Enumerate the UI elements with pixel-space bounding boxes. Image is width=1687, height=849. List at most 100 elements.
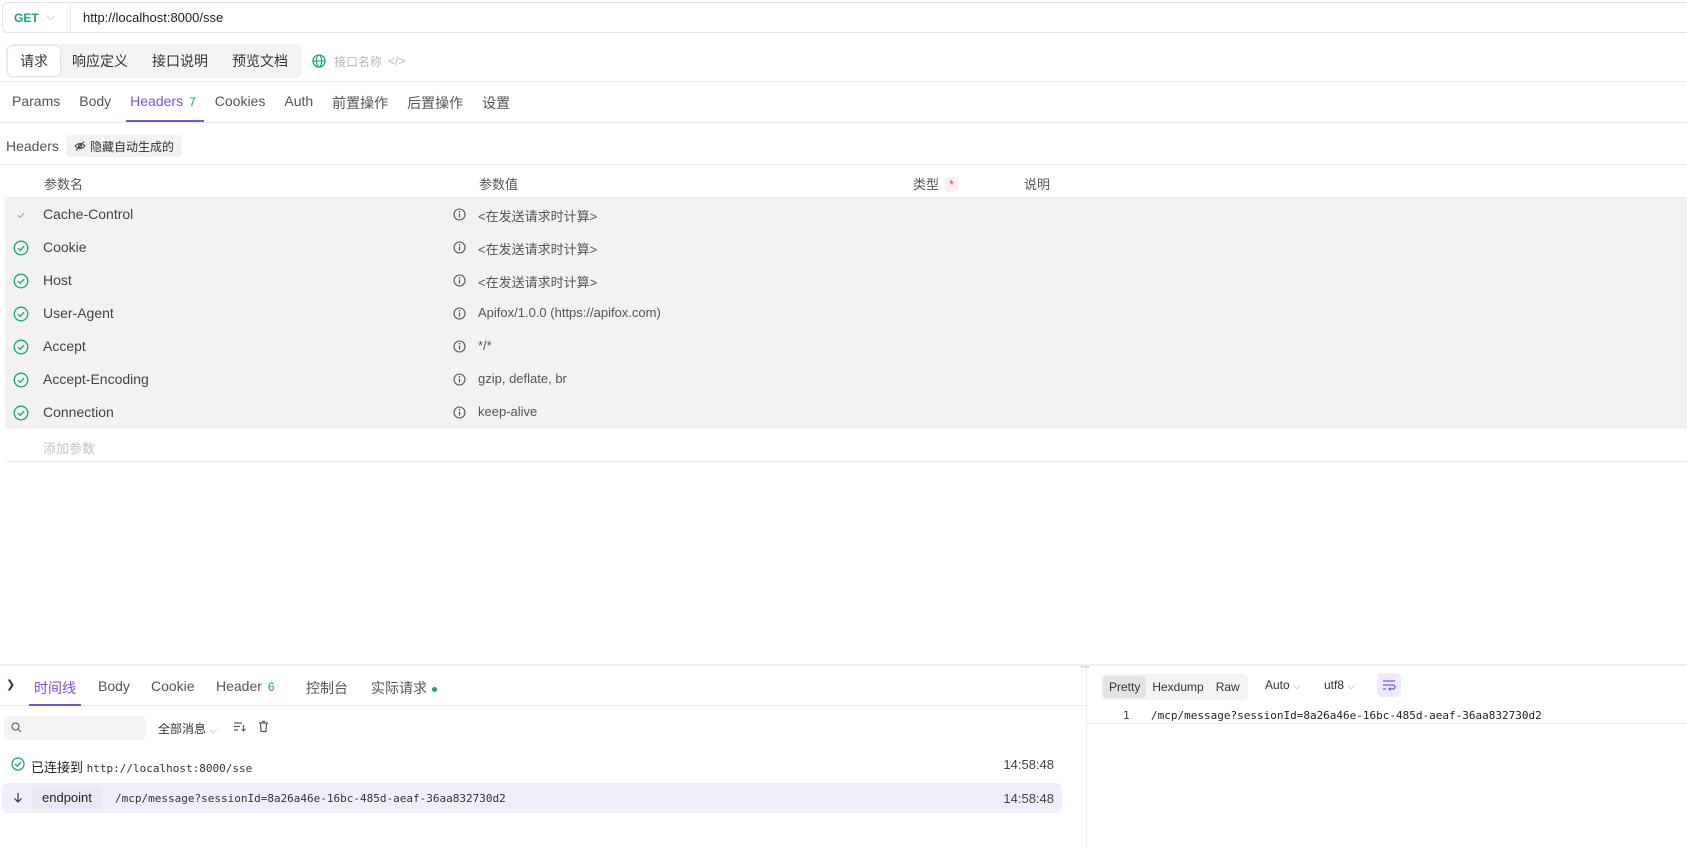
encoding-select[interactable]: utf8 ⌵ (1324, 678, 1355, 692)
method-label: GET (14, 10, 39, 25)
param-value: <在发送请求时计算> (478, 209, 598, 224)
add-param-row[interactable]: 添加参数 (5, 429, 1687, 462)
param-value: <在发送请求时计算> (478, 242, 598, 257)
api-name-input[interactable]: 接口名称 (334, 53, 382, 70)
param-value: keep-alive (478, 404, 538, 419)
tab-console[interactable]: 控制台 (306, 678, 348, 698)
tab-headers[interactable]: Headers 7 (126, 84, 204, 122)
param-value: gzip, deflate, br (478, 371, 567, 386)
table-row[interactable]: User-Agent Apifox/1.0.0 (https://apifox.c… (5, 297, 1687, 330)
check-icon[interactable] (13, 207, 29, 223)
tab-auth[interactable]: Auth (284, 84, 313, 122)
tab-pre-operations[interactable]: 前置操作 (332, 84, 388, 122)
tab-timeline[interactable]: 时间线 (29, 678, 81, 706)
info-icon[interactable] (453, 274, 466, 287)
table-row[interactable]: Cookie <在发送请求时计算> (5, 231, 1687, 264)
table-row[interactable]: Accept-Encoding gzip, deflate, br (5, 363, 1687, 396)
table-header: 参数名 参数值 类型 * 说明 (5, 166, 1687, 198)
tab-actual-request-label: 实际请求 (371, 680, 427, 696)
check-circle-icon[interactable] (13, 339, 29, 355)
col-type: 类型 * (913, 174, 959, 193)
eye-off-icon (74, 141, 86, 151)
table-row[interactable]: Cache-Control <在发送请求时计算> (5, 198, 1687, 231)
tab-response-header-label: Header (216, 678, 262, 694)
headers-table: 参数名 参数值 类型 * 说明 Cache-Control <在发送请求时计算> Co… (5, 166, 1687, 462)
event-data: /mcp/message?sessionId=8a26a46e-16bc-485… (115, 792, 506, 805)
tab-cookies[interactable]: Cookies (215, 84, 266, 122)
view-raw[interactable]: Raw (1210, 676, 1246, 698)
chevron-down-icon: ⌵ (46, 11, 56, 23)
tab-body[interactable]: Body (79, 84, 111, 122)
param-name: Host (43, 272, 72, 288)
chevron-down-icon: ⌵ (1293, 681, 1301, 692)
info-icon[interactable] (453, 340, 466, 353)
param-value: <在发送请求时计算> (478, 275, 598, 290)
tab-response-cookie[interactable]: Cookie (151, 678, 195, 694)
table-row[interactable]: Accept */* (5, 330, 1687, 363)
col-type-label: 类型 (913, 177, 940, 192)
hide-auto-generated-button[interactable]: 隐藏自动生成的 (66, 135, 183, 157)
sort-icon[interactable] (233, 720, 246, 733)
divider (0, 122, 1687, 123)
view-pretty[interactable]: Pretty (1103, 676, 1147, 698)
format-select[interactable]: Auto ⌵ (1265, 678, 1301, 692)
hide-auto-generated-label: 隐藏自动生成的 (90, 139, 175, 154)
divider (0, 81, 1687, 82)
message-filter-select[interactable]: 全部消息 ⌵ (158, 720, 217, 737)
divider (0, 164, 1687, 165)
trash-icon[interactable] (257, 720, 270, 733)
tab-headers-label: Headers (130, 93, 184, 109)
code-icon[interactable]: </> (388, 54, 405, 68)
event-data: http://localhost:8000/sse (86, 762, 253, 775)
arrow-down-icon (14, 793, 22, 803)
tab-actual-request[interactable]: 实际请求 (371, 678, 437, 698)
word-wrap-button[interactable] (1377, 673, 1401, 697)
info-icon[interactable] (453, 241, 466, 254)
table-row[interactable]: Connection keep-alive (5, 396, 1687, 429)
info-icon[interactable] (453, 208, 466, 221)
headers-count-badge: 7 (189, 95, 196, 109)
required-mark: * (945, 177, 959, 192)
check-circle-icon[interactable] (13, 306, 29, 322)
col-value: 参数值 (479, 177, 519, 192)
param-name: Cache-Control (43, 206, 134, 222)
col-description: 说明 (1024, 177, 1051, 192)
timeline-event-connected[interactable]: 已连接到 http://localhost:8000/sse 14:58:48 (2, 749, 1062, 779)
method-select[interactable]: GET ⌵ (3, 3, 71, 32)
view-mode-switch: Pretty Hexdump Raw (1101, 674, 1248, 700)
chevron-down-icon: ⌵ (209, 725, 217, 736)
view-hexdump[interactable]: Hexdump (1146, 676, 1209, 698)
timeline-event-endpoint[interactable]: endpoint /mcp/message?sessionId=8a26a46e… (2, 783, 1062, 813)
check-circle-icon[interactable] (13, 405, 29, 421)
tab-params[interactable]: Params (12, 84, 60, 122)
param-name: Accept-Encoding (43, 371, 149, 387)
collapse-chevron-icon[interactable]: ❯ (6, 678, 15, 691)
line-number: 1 (1123, 709, 1130, 722)
event-time: 14:58:48 (1003, 757, 1054, 772)
tab-response-body[interactable]: Body (98, 678, 130, 694)
info-icon[interactable] (453, 406, 466, 419)
url-input[interactable]: http://localhost:8000/sse (83, 10, 223, 25)
globe-icon[interactable] (312, 54, 326, 68)
tab-response-definition[interactable]: 响应定义 (60, 46, 140, 76)
wrap-icon (1383, 680, 1396, 691)
check-circle-icon[interactable] (13, 273, 29, 289)
tab-api-description[interactable]: 接口说明 (140, 46, 220, 76)
check-circle-icon[interactable] (13, 372, 29, 388)
tab-settings[interactable]: 设置 (482, 84, 510, 122)
table-row[interactable]: Host <在发送请求时计算> (5, 264, 1687, 297)
info-icon[interactable] (453, 307, 466, 320)
tab-preview-docs[interactable]: 预览文档 (220, 46, 300, 76)
search-icon (11, 722, 22, 733)
tab-post-operations[interactable]: 后置操作 (407, 84, 463, 122)
timeline-search-input[interactable] (4, 716, 146, 740)
check-circle-icon[interactable] (13, 240, 29, 256)
message-filter-label: 全部消息 (158, 722, 207, 736)
response-code-editor[interactable]: 1 /mcp/message?sessionId=8a26a46e-16bc-4… (1087, 706, 1687, 724)
response-timeline-panel: ❯ 时间线 Body Cookie Header 6 控制台 实际请求 全部消息 … (0, 666, 1086, 849)
tab-response-header[interactable]: Header 6 (216, 678, 275, 694)
info-icon[interactable] (453, 373, 466, 386)
param-name: Cookie (43, 239, 87, 255)
event-type-tag: endpoint (32, 787, 102, 809)
tab-request[interactable]: 请求 (8, 46, 60, 76)
